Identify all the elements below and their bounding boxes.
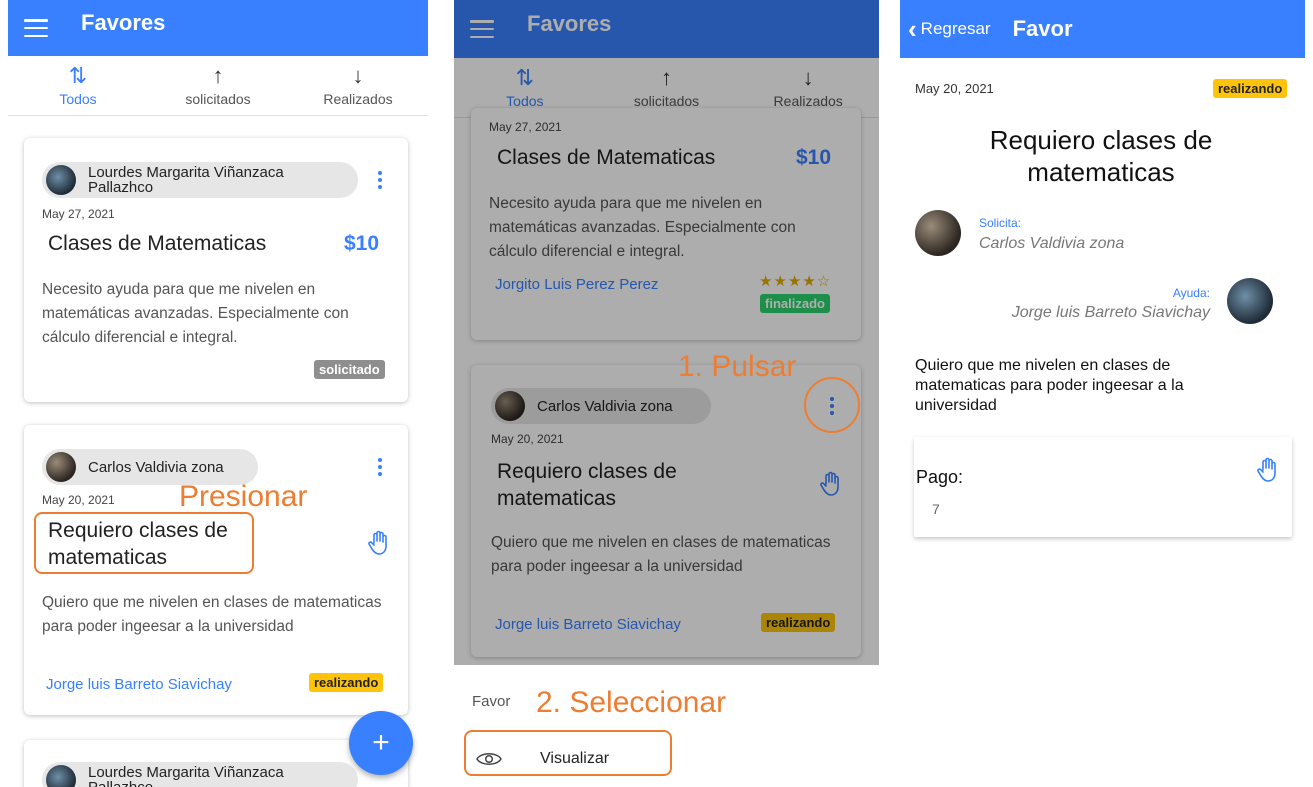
detail-toolbar: ‹ Regresar Favor bbox=[900, 0, 1305, 58]
annotation-highlight-circle bbox=[804, 377, 860, 433]
card-description: Quiero que me nivelen en clases de matem… bbox=[42, 594, 382, 635]
annotation-seleccionar: 2. Seleccionar bbox=[536, 686, 727, 719]
tab-label: Todos bbox=[59, 90, 97, 107]
arrow-up-icon: ↑ bbox=[212, 62, 224, 88]
back-label: Regresar bbox=[920, 19, 991, 38]
add-favor-button[interactable]: + bbox=[349, 711, 413, 775]
card-price: $10 bbox=[344, 232, 380, 255]
user-chip[interactable]: Lourdes Margarita Viñanzaca Pallazhco bbox=[42, 762, 358, 787]
tab-realizados[interactable]: ↓ Realizados bbox=[288, 56, 428, 115]
backdrop-overlay[interactable] bbox=[454, 0, 879, 665]
avatar bbox=[46, 765, 76, 787]
payment-card: Pago: 7 bbox=[914, 437, 1292, 537]
app-toolbar: Favores bbox=[8, 0, 428, 56]
card-description: Necesito ayuda para que me nivelen en ma… bbox=[42, 281, 349, 346]
more-options-icon[interactable] bbox=[377, 171, 383, 189]
page-title: Favor bbox=[1012, 16, 1073, 41]
user-name: Carlos Valdivia zona bbox=[88, 458, 224, 476]
action-sheet-title: Favor bbox=[472, 693, 511, 710]
requester-name: Carlos Valdivia zona bbox=[979, 235, 1125, 252]
payment-label: Pago: bbox=[916, 467, 964, 487]
user-name: Lourdes Margarita Viñanzaca Pallazhco bbox=[88, 164, 284, 196]
card-title: Clases de Matematicas bbox=[48, 232, 267, 255]
avatar bbox=[46, 165, 76, 195]
detail-screen: ‹ Regresar Favor May 20, 2021 realizando… bbox=[900, 0, 1305, 787]
requester-avatar bbox=[915, 210, 961, 256]
tab-todos[interactable]: ⇅ Todos bbox=[8, 56, 148, 115]
status-badge: realizando bbox=[309, 673, 384, 692]
card-date: May 27, 2021 bbox=[42, 207, 115, 221]
favor-date: May 20, 2021 bbox=[915, 81, 994, 96]
app-title: Favores bbox=[81, 10, 166, 35]
tab-solicitados[interactable]: ↑ solicitados bbox=[148, 56, 288, 115]
avatar bbox=[46, 452, 76, 482]
annotation-pulsar: 1. Pulsar bbox=[678, 350, 797, 383]
menu-icon[interactable] bbox=[24, 19, 48, 37]
status-badge: solicitado bbox=[314, 360, 385, 379]
requester-label: Solicita: bbox=[979, 216, 1022, 230]
hand-icon[interactable] bbox=[367, 530, 391, 556]
list-screen: Favores ⇅ Todos ↑ solicitados ↓ Realizad… bbox=[8, 0, 428, 787]
annotation-presionar: Presionar bbox=[179, 480, 308, 513]
arrow-down-icon: ↓ bbox=[352, 62, 364, 88]
more-options-icon[interactable] bbox=[377, 458, 383, 476]
user-name: Lourdes Margarita Viñanzaca Pallazhco bbox=[88, 764, 284, 787]
filter-segments: ⇅ Todos ↑ solicitados ↓ Realizados bbox=[8, 56, 428, 116]
back-button[interactable]: ‹ Regresar bbox=[908, 14, 991, 44]
annotation-highlight-box bbox=[464, 730, 672, 776]
hand-icon[interactable] bbox=[1256, 457, 1280, 483]
favor-card[interactable]: Lourdes Margarita Viñanzaca Pallazhco Ma… bbox=[24, 138, 408, 402]
card-date: May 20, 2021 bbox=[42, 493, 115, 507]
annotation-highlight-box bbox=[34, 512, 254, 574]
favor-heading: Requiero clases de matematicas bbox=[989, 125, 1213, 187]
status-badge: realizando bbox=[1213, 79, 1288, 98]
tab-label: Realizados bbox=[323, 90, 393, 107]
helper-link[interactable]: Jorge luis Barreto Siavichay bbox=[46, 676, 232, 693]
helper-label: Ayuda: bbox=[1172, 286, 1210, 300]
options-screen: Favores ⇅ Todos ↑ solicitados ↓ Realizad… bbox=[454, 0, 879, 787]
favor-description: Quiero que me nivelen en clases de matem… bbox=[915, 357, 1184, 414]
helper-avatar bbox=[1227, 278, 1273, 324]
chevron-left-icon: ‹ bbox=[908, 14, 917, 44]
tab-label: solicitados bbox=[185, 90, 251, 107]
sort-icon: ⇅ bbox=[68, 62, 88, 88]
user-chip[interactable]: Lourdes Margarita Viñanzaca Pallazhco bbox=[42, 162, 358, 198]
helper-name: Jorge luis Barreto Siavichay bbox=[1011, 304, 1210, 321]
payment-value: 7 bbox=[932, 501, 940, 517]
